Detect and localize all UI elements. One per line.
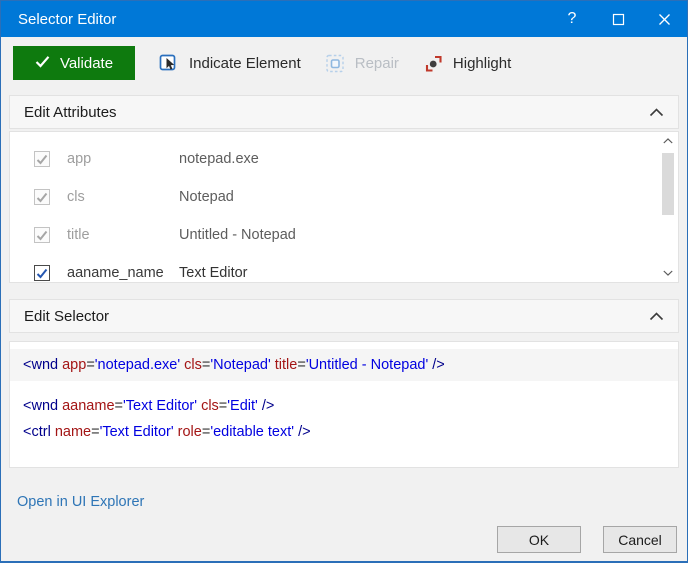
attribute-name: title [67,227,90,243]
scroll-track[interactable] [659,149,677,265]
attribute-row: aaname_name Text Editor [34,254,678,282]
selector-code: <wnd app='notepad.exe' cls='Notepad' tit… [10,349,678,445]
maximize-icon[interactable] [595,1,641,37]
chevron-up-icon[interactable] [649,104,664,121]
attribute-checkbox [34,227,50,243]
window-title: Selector Editor [18,10,117,28]
selector-panel: <wnd app='notepad.exe' cls='Notepad' tit… [9,341,679,468]
attribute-value: Untitled - Notepad [179,227,296,243]
help-icon[interactable]: ? [549,1,595,37]
title-bar[interactable]: Selector Editor ? [1,1,687,37]
attribute-name: app [67,151,92,167]
selector-editor-dialog: Selector Editor ? Validate Indicate Elem… [0,0,688,563]
attribute-value: Notepad [179,189,234,205]
edit-attributes-header[interactable]: Edit Attributes [9,95,679,129]
attributes-list: app notepad.exe cls Notepad title Untitled - … [10,132,678,282]
toolbar: Validate Indicate Element Repair Highlig… [1,37,687,91]
attribute-checkbox[interactable] [34,265,50,281]
scroll-thumb[interactable] [662,153,674,215]
repair-button: Repair [325,53,399,74]
check-icon [35,55,50,72]
selector-line[interactable]: <wnd app='notepad.exe' cls='Notepad' tit… [10,349,678,381]
ok-button[interactable]: OK [497,526,581,553]
highlight-icon [423,53,444,74]
selector-line[interactable]: <wnd aaname='Text Editor' cls='Edit' /> [10,393,678,419]
attribute-name: cls [67,189,85,205]
validate-button[interactable]: Validate [13,46,135,80]
attribute-checkbox [34,151,50,167]
attribute-value: notepad.exe [179,151,259,167]
attribute-checkbox [34,189,50,205]
attributes-scrollbar[interactable] [659,133,677,281]
attributes-panel: app notepad.exe cls Notepad title Untitled - … [9,131,679,283]
attribute-row: cls Notepad [34,178,678,216]
close-icon[interactable] [641,1,687,37]
repair-icon [325,53,346,74]
edit-attributes-title: Edit Attributes [24,103,117,121]
attribute-row: title Untitled - Notepad [34,216,678,254]
attribute-row: app notepad.exe [34,140,678,178]
chevron-up-icon[interactable] [649,308,664,325]
edit-selector-header[interactable]: Edit Selector [9,299,679,333]
attribute-name: aaname_name [67,265,164,281]
indicate-element-icon [159,53,180,74]
open-ui-explorer-link[interactable]: Open in UI Explorer [17,494,144,510]
attribute-value: Text Editor [179,265,248,281]
highlight-button[interactable]: Highlight [423,53,511,74]
cancel-button[interactable]: Cancel [603,526,677,553]
scroll-down-icon[interactable] [659,265,677,281]
indicate-element-button[interactable]: Indicate Element [159,53,301,74]
selector-line[interactable]: <ctrl name='Text Editor' role='editable … [10,419,678,445]
edit-selector-title: Edit Selector [24,307,110,325]
scroll-up-icon[interactable] [659,133,677,149]
